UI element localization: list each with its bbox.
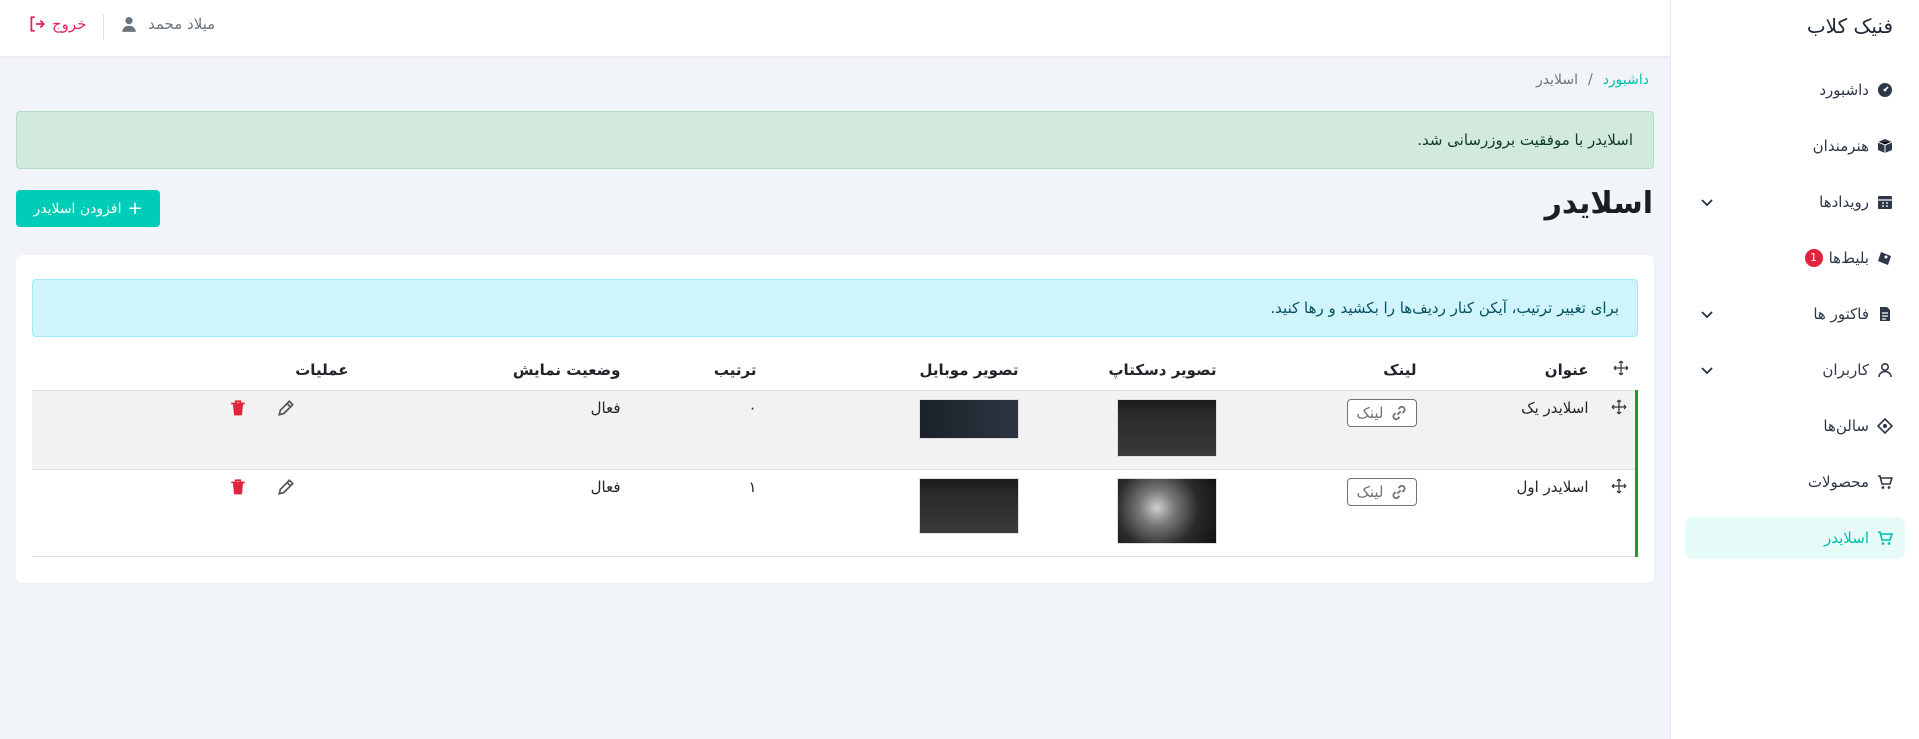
row-title: اسلایدر یک — [1424, 390, 1597, 470]
link-button[interactable]: لینک — [1347, 398, 1417, 427]
chevron-down-icon — [1699, 306, 1715, 322]
success-alert-text: اسلایدر با موفقیت بروزرسانی شد. — [1417, 131, 1633, 149]
user-menu[interactable]: میلاد محمد — [120, 15, 215, 33]
chevron-down-icon — [1699, 362, 1715, 378]
sidebar-item-label: اسلایدر — [1824, 529, 1869, 547]
mobile-image-thumbnail — [918, 398, 1019, 439]
row-desktop-image-cell — [1026, 390, 1225, 470]
page-title: اسلایدر — [1544, 186, 1653, 221]
sidebar-item-label: رویدادها — [1819, 193, 1869, 211]
table-header-row: عنوان لینک تصویر دسکتاپ تصویر موبایل ترت… — [32, 350, 1637, 391]
sidebar-item-events[interactable]: رویدادها — [1685, 181, 1905, 223]
ticket-icon — [1877, 250, 1893, 266]
info-alert: برای تغییر ترتیب، آیکن کنار ردیف‌ها را ب… — [32, 279, 1638, 337]
top-header: خروج میلاد محمد — [0, 0, 1670, 56]
sidebar-item-label: کاربران — [1822, 361, 1869, 379]
column-header-link: لینک — [1224, 350, 1425, 391]
edit-icon[interactable] — [277, 478, 295, 496]
plus-icon: + — [127, 197, 143, 219]
link-icon — [1390, 483, 1408, 501]
drag-column-header — [1596, 350, 1637, 391]
row-actions-cell — [32, 469, 357, 557]
brand-logo: فنیک کلاب — [1806, 14, 1893, 38]
column-header-actions: عملیات — [32, 350, 357, 391]
info-alert-text: برای تغییر ترتیب، آیکن کنار ردیف‌ها را ب… — [1270, 299, 1619, 317]
desktop-image-thumbnail — [1116, 398, 1217, 457]
cart-icon — [1877, 474, 1893, 490]
sidebar-item-products[interactable]: محصولات — [1685, 461, 1905, 503]
column-header-order: ترتیب — [628, 350, 765, 391]
add-slider-label: افزودن اسلایدر — [33, 200, 122, 217]
sidebar-item-label: هنرمندان — [1812, 137, 1869, 155]
success-alert: اسلایدر با موفقیت بروزرسانی شد. — [16, 111, 1654, 169]
row-status: فعال — [356, 390, 629, 470]
sidebar-item-label: سالن‌ها — [1823, 417, 1869, 435]
sidebar-item-label: فاکتور ها — [1813, 305, 1869, 323]
file-icon — [1877, 306, 1893, 322]
link-button[interactable]: لینک — [1347, 477, 1417, 506]
logout-icon — [28, 15, 46, 33]
table-row: اسلایدر یک لینک ۰ فعال — [32, 390, 1638, 470]
box-icon — [1877, 138, 1893, 154]
breadcrumb-home-link[interactable]: داشبورد — [1603, 72, 1649, 88]
logout-label: خروج — [52, 15, 87, 33]
desktop-image-thumbnail — [1116, 477, 1217, 544]
sidebar-item-tickets[interactable]: بلیط‌ها 1 — [1685, 237, 1905, 279]
row-link-cell: لینک — [1224, 469, 1425, 557]
row-actions-cell — [32, 390, 357, 470]
column-header-status: وضعیت نمایش — [356, 350, 629, 391]
header-divider — [103, 14, 104, 40]
sidebar-item-halls[interactable]: سالن‌ها — [1685, 405, 1905, 447]
row-order: ۰ — [628, 390, 765, 470]
user-icon — [120, 15, 138, 33]
diamond-icon — [1877, 418, 1893, 434]
row-link-cell: لینک — [1224, 390, 1425, 470]
calendar-icon — [1877, 194, 1893, 210]
logout-button[interactable]: خروج — [28, 15, 86, 33]
tickets-count-badge: 1 — [1804, 249, 1823, 267]
column-header-title: عنوان — [1424, 350, 1597, 391]
row-mobile-image-cell — [764, 469, 1027, 557]
link-icon — [1390, 404, 1408, 422]
column-header-desktop-image: تصویر دسکتاپ — [1026, 350, 1225, 391]
sidebar-item-dashboard[interactable]: داشبورد — [1685, 69, 1905, 111]
cart-icon — [1877, 530, 1893, 546]
slider-table: عنوان لینک تصویر دسکتاپ تصویر موبایل ترت… — [32, 350, 1638, 557]
slider-card: برای تغییر ترتیب، آیکن کنار ردیف‌ها را ب… — [16, 255, 1654, 583]
row-order: ۱ — [628, 469, 765, 557]
edit-icon[interactable] — [277, 399, 295, 417]
sidebar-item-label: بلیط‌ها — [1828, 249, 1869, 267]
sidebar-item-invoices[interactable]: فاکتور ها — [1685, 293, 1905, 335]
link-button-label: لینک — [1356, 482, 1384, 501]
move-icon — [1613, 360, 1629, 376]
sidebar-item-label: محصولات — [1807, 473, 1869, 491]
sidebar: فنیک کلاب داشبورد هنرمندان رویدادها بلیط… — [1670, 0, 1919, 739]
row-title: اسلایدر اول — [1424, 469, 1597, 557]
user-name: میلاد محمد — [148, 15, 216, 33]
drag-handle-cell[interactable] — [1596, 469, 1638, 557]
sidebar-item-artists[interactable]: هنرمندان — [1685, 125, 1905, 167]
sidebar-item-label: داشبورد — [1819, 81, 1869, 99]
sidebar-item-users[interactable]: کاربران — [1685, 349, 1905, 391]
add-slider-button[interactable]: + افزودن اسلایدر — [16, 190, 160, 227]
row-desktop-image-cell — [1026, 469, 1225, 557]
table-row: اسلایدر اول لینک ۱ فعال — [32, 469, 1638, 557]
dashboard-icon — [1877, 82, 1893, 98]
column-header-mobile-image: تصویر موبایل — [764, 350, 1027, 391]
drag-handle-cell[interactable] — [1596, 390, 1638, 470]
user-icon — [1877, 362, 1893, 378]
chevron-down-icon — [1699, 194, 1715, 210]
row-status: فعال — [356, 469, 629, 557]
breadcrumb-separator: / — [1587, 72, 1593, 88]
move-icon[interactable] — [1611, 399, 1627, 415]
row-mobile-image-cell — [764, 390, 1027, 470]
mobile-image-thumbnail — [918, 477, 1019, 534]
breadcrumb: داشبورد / اسلایدر — [1536, 72, 1649, 88]
breadcrumb-current: اسلایدر — [1535, 72, 1578, 88]
link-button-label: لینک — [1356, 403, 1384, 422]
delete-icon[interactable] — [229, 399, 247, 417]
delete-icon[interactable] — [229, 478, 247, 496]
sidebar-item-slider[interactable]: اسلایدر — [1685, 517, 1905, 559]
move-icon[interactable] — [1611, 478, 1627, 494]
